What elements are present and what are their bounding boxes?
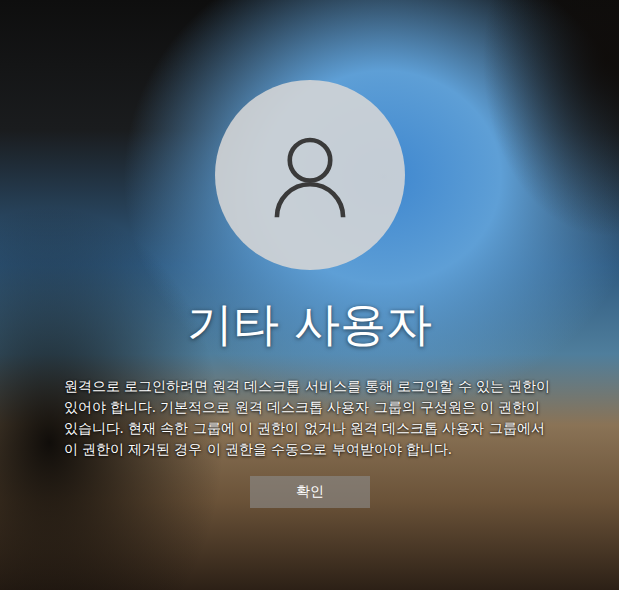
button-row: 확인 [250, 476, 370, 508]
ok-button[interactable]: 확인 [250, 476, 370, 508]
user-avatar [215, 80, 405, 270]
person-icon [264, 129, 356, 221]
lock-screen: 기타 사용자 원격으로 로그인하려면 원격 데스크톱 서비스를 통해 로그인할 … [0, 0, 619, 590]
user-name: 기타 사용자 [187, 294, 432, 354]
error-message: 원격으로 로그인하려면 원격 데스크톱 서비스를 통해 로그인할 수 있는 권한… [64, 376, 556, 460]
